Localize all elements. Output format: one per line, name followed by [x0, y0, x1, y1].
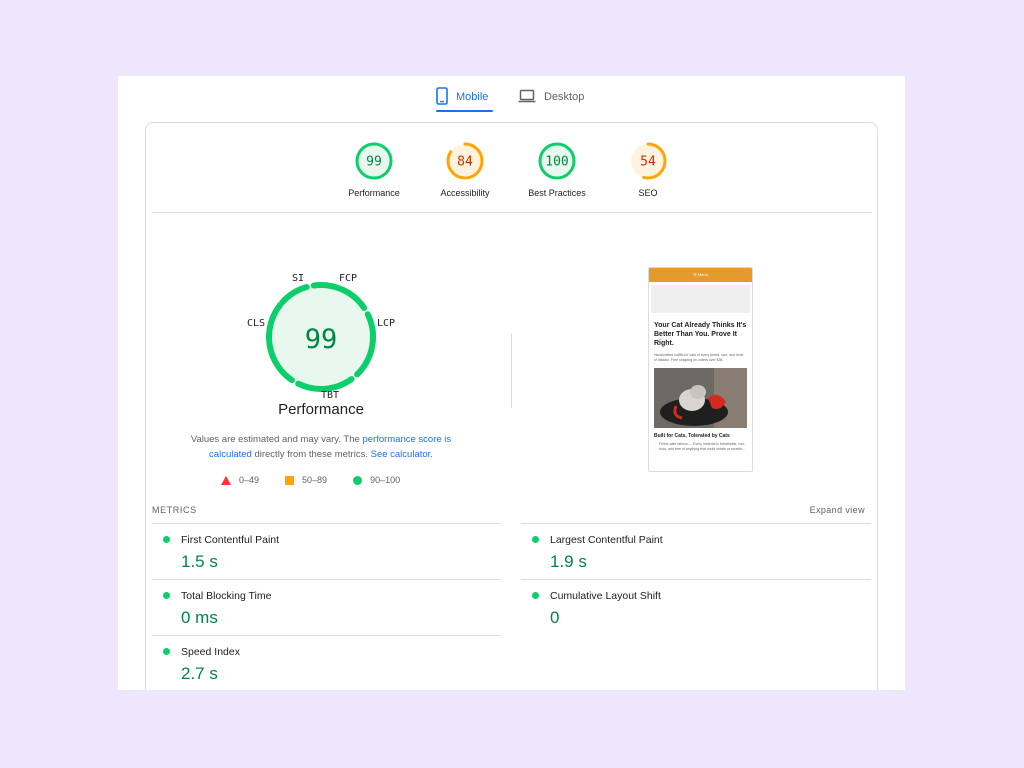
smartphone-icon	[436, 86, 448, 108]
metric-value: 2.7 s	[181, 664, 218, 683]
gauge-tag-cls: CLS	[247, 318, 266, 329]
see-calculator-link[interactable]: See calculator.	[371, 449, 433, 460]
legend-item-pass: 90–100	[353, 475, 400, 485]
pass-circle-icon	[163, 592, 170, 599]
gauge-tag-fcp: FCP	[339, 273, 358, 284]
preview-heading: Your Cat Already Thinks It's Better Than…	[654, 322, 747, 347]
performance-gauge-svg: 99	[266, 282, 376, 392]
metric-name: Speed Index	[181, 646, 240, 658]
description-text: Values are estimated and may vary. The	[190, 434, 363, 445]
tab-desktop[interactable]: Desktop	[518, 82, 584, 112]
score-best-practices[interactable]: 100 Best Practices	[512, 141, 602, 198]
score-gauge: 84	[446, 142, 484, 180]
legend-item-fail: 0–49	[221, 475, 259, 485]
metric-value: 0	[550, 608, 560, 627]
metric-value: 0 ms	[181, 608, 218, 627]
preview-hero-placeholder	[651, 285, 750, 313]
metric-name: Total Blocking Time	[181, 590, 272, 602]
legend-range: 50–89	[302, 475, 328, 485]
legend-range: 0–49	[239, 475, 260, 485]
score-gauge: 100	[538, 142, 576, 180]
score-seo[interactable]: 54 SEO	[603, 141, 693, 198]
tab-mobile-label: Mobile	[456, 91, 489, 103]
section-divider	[152, 212, 872, 213]
performance-description: Values are estimated and may vary. The p…	[176, 432, 466, 462]
green-circle-icon	[353, 475, 363, 485]
metric-cumulative-layout-shift[interactable]: Cumulative Layout Shift 0	[521, 579, 871, 634]
pass-circle-icon	[532, 592, 539, 599]
score-gauge: 99	[355, 142, 393, 180]
preview-list-item: Feline-safe fabrics — Every material is …	[659, 442, 746, 451]
score-value: 54	[640, 155, 656, 170]
gauge-tag-tbt: TBT	[321, 390, 340, 401]
pass-circle-icon	[163, 536, 170, 543]
expand-view-button[interactable]: Expand view	[810, 505, 865, 515]
description-text: directly from these metrics.	[251, 449, 371, 460]
tab-mobile[interactable]: Mobile	[436, 82, 488, 112]
score-label: SEO	[638, 188, 658, 198]
metric-speed-index[interactable]: Speed Index 2.7 s	[152, 635, 502, 690]
score-value: 100	[545, 155, 568, 170]
score-accessibility[interactable]: 84 Accessibility	[420, 141, 510, 198]
page-screenshot-preview[interactable]: ☰ Menu Your Cat Already Thinks It's Bett…	[648, 267, 753, 472]
score-value: 84	[457, 155, 473, 170]
preview-nav-bar: ☰ Menu	[649, 268, 752, 282]
report-panel: 99 Performance 84 Accessibility 100 Best…	[145, 122, 878, 690]
score-performance[interactable]: 99 Performance	[329, 141, 419, 198]
metric-largest-contentful-paint[interactable]: Largest Contentful Paint 1.9 s	[521, 523, 871, 578]
pass-circle-icon	[163, 648, 170, 655]
preview-paragraph: Handcrafted outfits for cats of every br…	[654, 353, 744, 362]
gauge-tag-lcp: LCP	[377, 318, 396, 329]
score-legend: 0–49 50–89 90–100	[221, 475, 426, 485]
performance-gauge-score: 99	[305, 324, 338, 355]
preview-subheading: Built for Cats, Tolerated by Cats	[654, 433, 730, 439]
metric-value: 1.5 s	[181, 552, 218, 571]
vertical-divider	[511, 333, 512, 408]
metric-name: First Contentful Paint	[181, 534, 280, 546]
device-tabs: Mobile Desktop	[118, 76, 905, 116]
score-label: Performance	[348, 188, 400, 198]
score-gauge: 54	[629, 142, 667, 180]
preview-cat-photo	[654, 368, 747, 428]
gauge-tag-si: SI	[292, 273, 305, 284]
metric-value: 1.9 s	[550, 552, 587, 571]
score-label: Best Practices	[528, 188, 586, 198]
metric-name: Largest Contentful Paint	[550, 534, 663, 546]
performance-title: Performance	[278, 401, 364, 418]
legend-range: 90–100	[370, 475, 401, 485]
metrics-heading: METRICS	[152, 505, 197, 515]
legend-item-average: 50–89	[285, 475, 327, 485]
red-triangle-icon	[221, 475, 231, 485]
laptop-icon	[518, 89, 536, 106]
pass-circle-icon	[532, 536, 539, 543]
metric-total-blocking-time[interactable]: Total Blocking Time 0 ms	[152, 579, 502, 634]
metric-name: Cumulative Layout Shift	[550, 590, 661, 602]
score-label: Accessibility	[440, 188, 490, 198]
active-tab-indicator	[436, 110, 493, 112]
tab-desktop-label: Desktop	[544, 91, 585, 103]
cat-photo-illustration	[654, 368, 747, 428]
orange-square-icon	[285, 475, 295, 485]
score-value: 99	[366, 155, 382, 170]
pagespeed-report-card: Mobile Desktop 99 Performance 84 Accessi…	[118, 76, 905, 690]
metric-first-contentful-paint[interactable]: First Contentful Paint 1.5 s	[152, 523, 502, 578]
performance-gauge: 99 SI FCP CLS LCP TBT	[241, 273, 401, 405]
